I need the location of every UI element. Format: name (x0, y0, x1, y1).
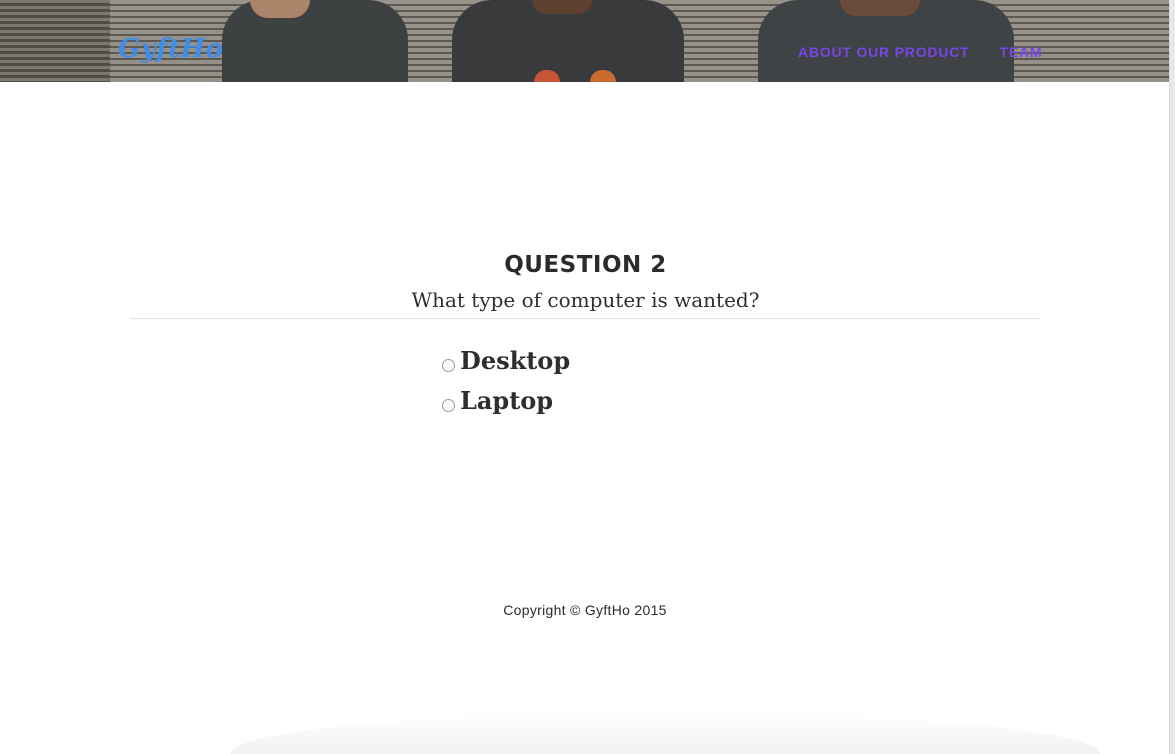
brand-logo-link[interactable]: GyftHo (118, 34, 223, 64)
radio-icon[interactable] (442, 398, 455, 412)
option-laptop[interactable]: Laptop (442, 380, 570, 420)
option-label: Laptop (460, 385, 554, 415)
question-divider (130, 318, 1041, 319)
answer-options: Desktop Laptop (442, 340, 570, 420)
nav-team[interactable]: TEAM (999, 44, 1042, 60)
header-banner: GyftHo ABOUT OUR PRODUCT TEAM (0, 0, 1170, 82)
window-right-edge (1169, 0, 1175, 754)
question-text: What type of computer is wanted? (411, 288, 760, 312)
radio-icon[interactable] (442, 358, 455, 372)
question-title: QUESTION 2 (504, 252, 667, 278)
question-section: QUESTION 2 What type of computer is want… (130, 250, 1041, 314)
nav-about-our-product[interactable]: ABOUT OUR PRODUCT (798, 44, 969, 60)
main-nav: ABOUT OUR PRODUCT TEAM (798, 44, 1042, 60)
footer-copyright: Copyright © GyftHo 2015 (503, 602, 667, 618)
option-desktop[interactable]: Desktop (442, 340, 570, 380)
page: GyftHo ABOUT OUR PRODUCT TEAM QUESTION 2… (0, 0, 1175, 754)
bottom-shadow (230, 712, 1100, 754)
option-label: Desktop (460, 345, 571, 375)
